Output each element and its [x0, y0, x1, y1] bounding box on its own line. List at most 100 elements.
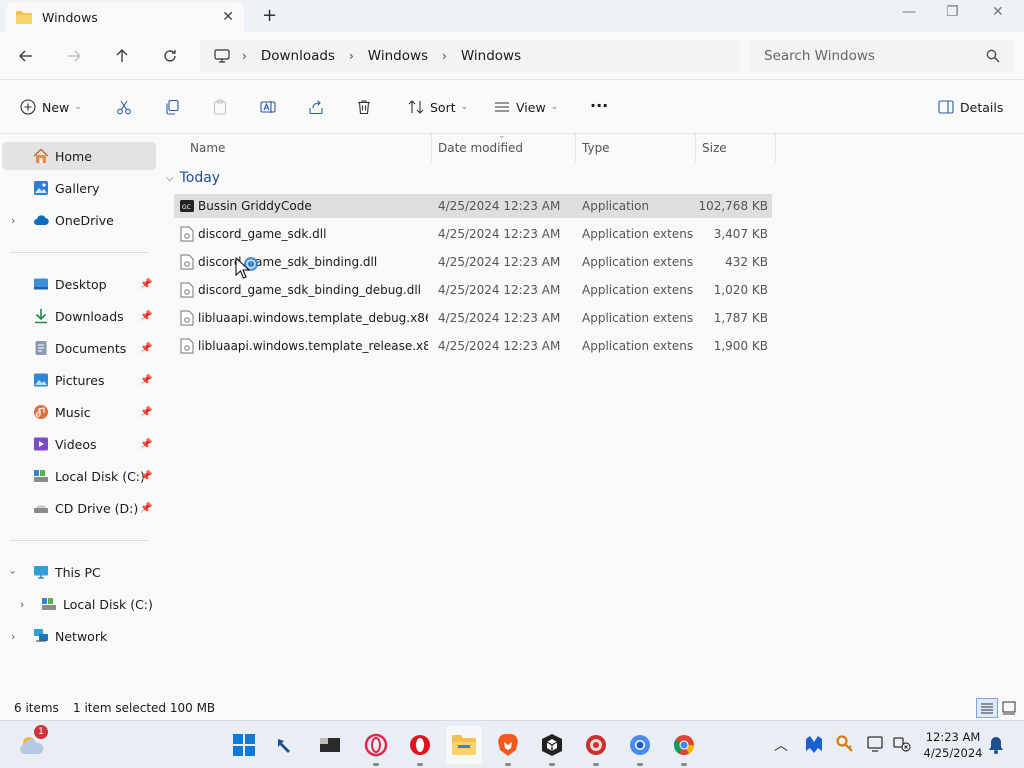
- notification-badge: 1: [34, 725, 48, 739]
- taskbar-app-chrome[interactable]: [670, 731, 698, 766]
- chevron-right-icon[interactable]: ›: [11, 214, 15, 227]
- breadcrumb-windows[interactable]: Windows: [368, 48, 428, 64]
- new-tab-button[interactable]: +: [262, 5, 277, 26]
- sidebar-item-gallery[interactable]: Gallery: [0, 174, 160, 202]
- minimize-button[interactable]: —: [902, 4, 916, 20]
- malwarebytes-icon[interactable]: [804, 735, 824, 753]
- drive-icon: [42, 598, 56, 610]
- breadcrumb-downloads[interactable]: Downloads: [261, 48, 335, 64]
- back-button[interactable]: [14, 44, 38, 68]
- taskbar-app-opera[interactable]: [406, 731, 434, 766]
- dll-file-icon: [180, 338, 194, 354]
- column-header-size[interactable]: Size: [696, 134, 776, 162]
- chevron-right-icon[interactable]: ›: [11, 630, 15, 643]
- sidebar-item-label: Gallery: [55, 180, 100, 196]
- sidebar-item-label: CD Drive (D:): [55, 500, 139, 516]
- cut-button[interactable]: [116, 96, 138, 118]
- sidebar-item-pictures[interactable]: Pictures 📌: [0, 366, 160, 394]
- file-size: 102,768 KB: [698, 199, 768, 213]
- system-clock[interactable]: 12:23 AM 4/25/2024: [918, 729, 988, 761]
- sidebar-item-home[interactable]: Home: [2, 142, 156, 170]
- sidebar-item-network[interactable]: › Network: [0, 622, 160, 650]
- sidebar-item-cd-drive[interactable]: CD Drive (D:) 📌: [0, 494, 160, 522]
- rename-button[interactable]: [260, 96, 282, 118]
- file-type: Application extens...: [582, 227, 694, 241]
- running-indicator: [637, 763, 643, 766]
- tiles-view-icon[interactable]: [1002, 701, 1016, 715]
- group-header-today[interactable]: ⌵ Today: [166, 170, 220, 186]
- running-indicator: [593, 763, 599, 766]
- file-size: 1,787 KB: [713, 311, 768, 325]
- file-row[interactable]: discord_game_sdk.dll 4/25/2024 12:23 AM …: [174, 222, 772, 246]
- chevron-down-icon[interactable]: ›: [7, 570, 20, 574]
- trash-icon: [358, 100, 370, 115]
- taskbar-app-brave[interactable]: [494, 731, 522, 766]
- close-tab-button[interactable]: ✕: [222, 9, 234, 25]
- column-header-name[interactable]: Name: [184, 134, 432, 162]
- file-row[interactable]: libluaapi.windows.template_release.x86_6…: [174, 334, 772, 358]
- notification-bell-icon[interactable]: [988, 736, 1004, 754]
- file-type: Application extens...: [582, 339, 694, 353]
- sidebar-item-documents[interactable]: Documents 📌: [0, 334, 160, 362]
- sidebar-item-local-disk-c[interactable]: Local Disk (C:) 📌: [0, 462, 160, 490]
- file-row[interactable]: libluaapi.windows.template_debug.x86_6..…: [174, 306, 772, 330]
- taskbar-app-unity[interactable]: [538, 731, 566, 766]
- file-row[interactable]: GC Bussin GriddyCode 4/25/2024 12:23 AM …: [174, 194, 772, 218]
- key-icon[interactable]: [836, 735, 854, 753]
- sidebar-item-onedrive[interactable]: › OneDrive: [0, 206, 160, 234]
- new-button[interactable]: New ⌄: [20, 96, 82, 118]
- video-icon: [34, 437, 48, 451]
- taskbar-app-file-explorer[interactable]: [446, 726, 482, 764]
- sort-icon: [408, 100, 424, 114]
- tray-overflow-chevron-icon[interactable]: ︿: [774, 735, 788, 755]
- chevron-right-icon[interactable]: ›: [20, 598, 24, 611]
- delete-button[interactable]: [356, 96, 378, 118]
- file-size: 3,407 KB: [713, 227, 768, 241]
- taskbar-app-build-tools[interactable]: [270, 731, 298, 759]
- gallery-icon: [34, 181, 48, 195]
- column-header-date-modified[interactable]: Date modified ⌄: [432, 131, 576, 162]
- command-bar: New ⌄ Sort ⌄ View ⌄ ··· Details: [0, 80, 1024, 134]
- sidebar-item-videos[interactable]: Videos 📌: [0, 430, 160, 458]
- svg-text:GC: GC: [182, 204, 191, 211]
- share-button[interactable]: [308, 96, 330, 118]
- file-date: 4/25/2024 12:23 AM: [438, 199, 561, 213]
- network-disconnected-icon[interactable]: [892, 735, 912, 753]
- taskbar-app-terminal[interactable]: [316, 731, 344, 759]
- breadcrumb[interactable]: › Downloads › Windows › Windows: [200, 40, 740, 72]
- record-icon: [586, 735, 606, 755]
- file-row[interactable]: discord_game_sdk_binding.dll 4/25/2024 1…: [174, 250, 772, 274]
- view-button[interactable]: View ⌄: [494, 96, 558, 118]
- column-header-type[interactable]: Type: [576, 134, 696, 162]
- explorer-tab[interactable]: Windows ✕: [6, 2, 244, 32]
- forward-button[interactable]: [62, 44, 86, 68]
- weather-widget[interactable]: 1: [18, 725, 48, 759]
- sidebar-item-desktop[interactable]: Desktop 📌: [0, 270, 160, 298]
- maximize-button[interactable]: ❐: [946, 4, 959, 20]
- sidebar-item-downloads[interactable]: Downloads 📌: [0, 302, 160, 330]
- start-button[interactable]: [230, 731, 258, 759]
- taskbar-app-recorder[interactable]: [582, 731, 610, 766]
- search-input[interactable]: Search Windows: [750, 40, 1014, 72]
- refresh-button[interactable]: [158, 44, 182, 68]
- details-view-icon[interactable]: [976, 698, 998, 718]
- sort-button[interactable]: Sort ⌄: [408, 96, 468, 118]
- display-icon[interactable]: [866, 735, 886, 753]
- sidebar-item-local-disk-c-tree[interactable]: › Local Disk (C:): [0, 590, 160, 618]
- sidebar-item-this-pc[interactable]: › This PC: [0, 558, 160, 586]
- close-window-button[interactable]: ✕: [992, 4, 1004, 20]
- taskbar-app-opera-gx[interactable]: [362, 731, 390, 766]
- details-pane-button[interactable]: Details: [938, 96, 1003, 118]
- taskbar-app-chromium[interactable]: [626, 731, 654, 766]
- file-explorer-icon: [452, 735, 476, 755]
- more-options-button[interactable]: ···: [590, 94, 608, 116]
- sidebar-item-music[interactable]: Music 📌: [0, 398, 160, 426]
- file-row[interactable]: discord_game_sdk_binding_debug.dll 4/25/…: [174, 278, 772, 302]
- paste-button[interactable]: [212, 96, 234, 118]
- copy-button[interactable]: [164, 96, 186, 118]
- folder-icon: [16, 10, 32, 24]
- sidebar-item-label: Pictures: [55, 372, 105, 388]
- up-button[interactable]: [110, 44, 134, 68]
- breadcrumb-windows-current[interactable]: Windows: [461, 48, 521, 64]
- item-count: 6 items: [14, 701, 59, 715]
